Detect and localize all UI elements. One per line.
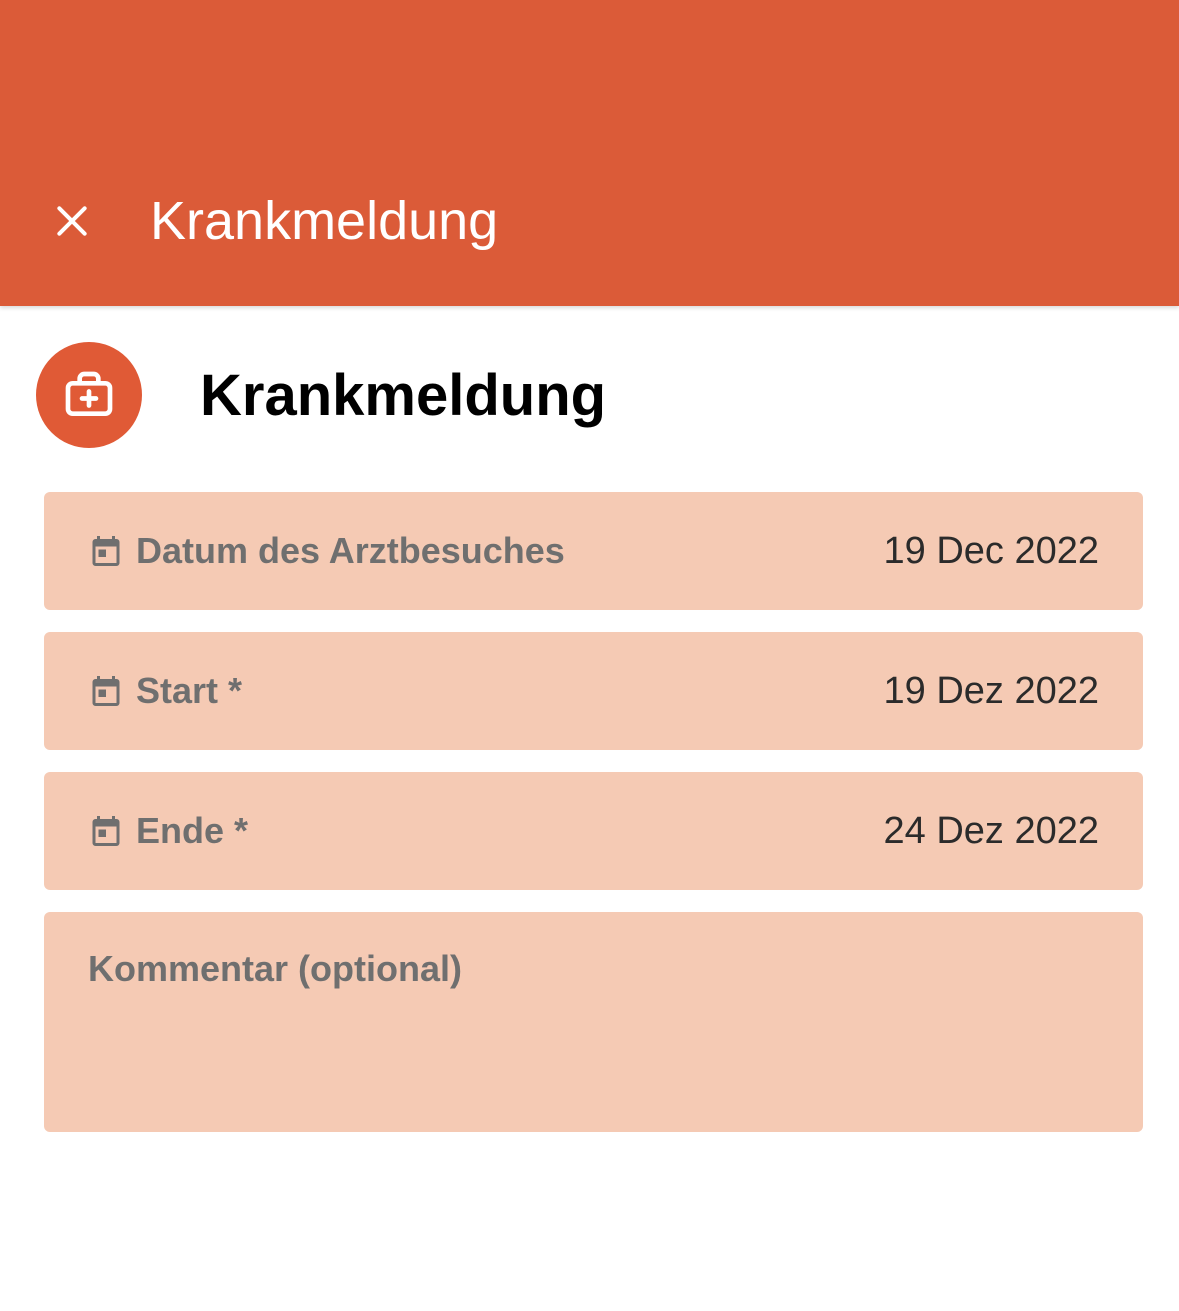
title-row: Krankmeldung bbox=[36, 342, 1143, 448]
calendar-icon bbox=[88, 533, 124, 569]
medical-kit-icon bbox=[36, 342, 142, 448]
end-label: Ende * bbox=[136, 810, 248, 852]
calendar-icon bbox=[88, 813, 124, 849]
doctor-visit-value: 19 Dec 2022 bbox=[884, 530, 1100, 573]
header-title: Krankmeldung bbox=[150, 190, 498, 252]
page-content: Krankmeldung Datum des Arztbesuches 19 D… bbox=[0, 306, 1179, 1168]
app-header: Krankmeldung bbox=[0, 0, 1179, 306]
page-title: Krankmeldung bbox=[200, 362, 606, 429]
end-value: 24 Dez 2022 bbox=[884, 810, 1100, 853]
field-left: Start * bbox=[88, 670, 242, 712]
end-date-field[interactable]: Ende * 24 Dez 2022 bbox=[44, 772, 1143, 890]
header-content: Krankmeldung bbox=[52, 190, 498, 252]
field-left: Ende * bbox=[88, 810, 248, 852]
doctor-visit-label: Datum des Arztbesuches bbox=[136, 530, 565, 572]
start-date-field[interactable]: Start * 19 Dez 2022 bbox=[44, 632, 1143, 750]
doctor-visit-date-field[interactable]: Datum des Arztbesuches 19 Dec 2022 bbox=[44, 492, 1143, 610]
form-fields: Datum des Arztbesuches 19 Dec 2022 Start… bbox=[36, 492, 1143, 1132]
start-label: Start * bbox=[136, 670, 242, 712]
comment-label: Kommentar (optional) bbox=[88, 948, 1099, 990]
calendar-icon bbox=[88, 673, 124, 709]
start-value: 19 Dez 2022 bbox=[884, 670, 1100, 713]
field-left: Datum des Arztbesuches bbox=[88, 530, 565, 572]
comment-field[interactable]: Kommentar (optional) bbox=[44, 912, 1143, 1132]
close-icon[interactable] bbox=[52, 201, 92, 241]
